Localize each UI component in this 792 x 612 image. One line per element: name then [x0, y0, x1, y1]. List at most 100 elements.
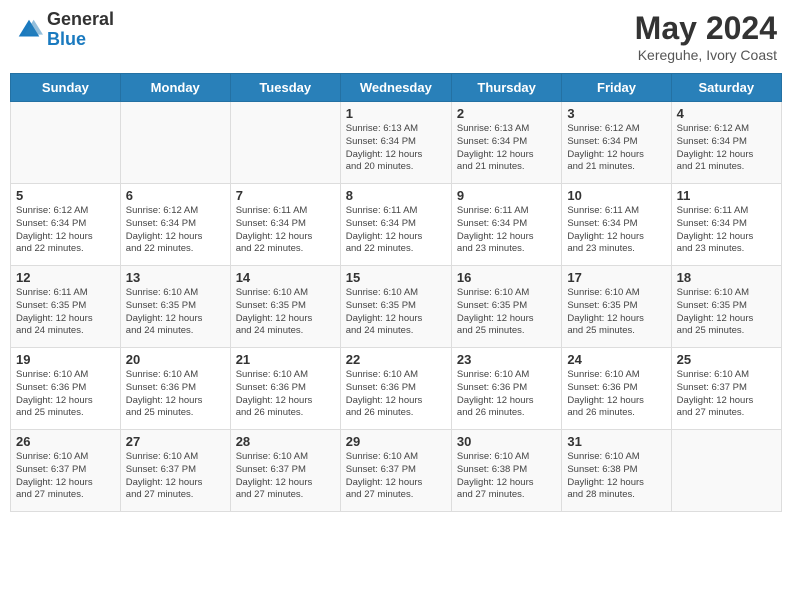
calendar-cell: 10 Sunrise: 6:11 AM Sunset: 6:34 PM Dayli… [562, 184, 671, 266]
day-number: 3 [567, 106, 665, 121]
calendar-cell [671, 430, 781, 512]
day-number: 15 [346, 270, 446, 285]
calendar-cell: 19 Sunrise: 6:10 AM Sunset: 6:36 PM Dayli… [11, 348, 121, 430]
calendar-cell: 29Sunrise: 6:10 AM Sunset: 6:37 PM Dayli… [340, 430, 451, 512]
day-info: Sunrise: 6:13 AM Sunset: 6:34 PM Dayligh… [346, 123, 446, 174]
day-info: Sunrise: 6:10 AM Sunset: 6:35 PM Dayligh… [677, 287, 776, 338]
month-title: May 2024 [635, 10, 777, 47]
column-header-thursday: Thursday [451, 74, 561, 102]
day-info: Sunrise: 6:11 AM Sunset: 6:34 PM Dayligh… [457, 205, 556, 256]
day-info: Sunrise: 6:11 AM Sunset: 6:34 PM Dayligh… [346, 205, 446, 256]
calendar-cell: 20 Sunrise: 6:10 AM Sunset: 6:36 PM Dayli… [120, 348, 230, 430]
day-number: 10 [567, 188, 665, 203]
calendar-header-row: SundayMondayTuesdayWednesdayThursdayFrid… [11, 74, 782, 102]
calendar-cell: 18 Sunrise: 6:10 AM Sunset: 6:35 PM Dayli… [671, 266, 781, 348]
day-number: 26 [16, 434, 115, 449]
day-number: 28 [236, 434, 335, 449]
calendar-cell: 22 Sunrise: 6:10 AM Sunset: 6:36 PM Dayli… [340, 348, 451, 430]
day-info: Sunrise: 6:10 AM Sunset: 6:35 PM Dayligh… [346, 287, 446, 338]
day-number: 19 [16, 352, 115, 367]
day-info: Sunrise: 6:10 AM Sunset: 6:37 PM Dayligh… [126, 451, 225, 502]
day-number: 16 [457, 270, 556, 285]
day-info: Sunrise: 6:13 AM Sunset: 6:34 PM Dayligh… [457, 123, 556, 174]
calendar-cell: 21 Sunrise: 6:10 AM Sunset: 6:36 PM Dayli… [230, 348, 340, 430]
day-info: Sunrise: 6:12 AM Sunset: 6:34 PM Dayligh… [677, 123, 776, 174]
day-info: Sunrise: 6:11 AM Sunset: 6:34 PM Dayligh… [236, 205, 335, 256]
page-header: General Blue May 2024 Kereguhe, Ivory Co… [10, 10, 782, 63]
calendar-cell: 8 Sunrise: 6:11 AM Sunset: 6:34 PM Daylig… [340, 184, 451, 266]
day-info: Sunrise: 6:10 AM Sunset: 6:36 PM Dayligh… [346, 369, 446, 420]
calendar-cell: 30 Sunrise: 6:10 AM Sunset: 6:38 PM Dayli… [451, 430, 561, 512]
calendar-cell: 27 Sunrise: 6:10 AM Sunset: 6:37 PM Dayli… [120, 430, 230, 512]
column-header-saturday: Saturday [671, 74, 781, 102]
calendar-cell: 31 Sunrise: 6:10 AM Sunset: 6:38 PM Dayli… [562, 430, 671, 512]
day-info: Sunrise: 6:10 AM Sunset: 6:38 PM Dayligh… [567, 451, 665, 502]
calendar-cell: 17Sunrise: 6:10 AM Sunset: 6:35 PM Dayli… [562, 266, 671, 348]
location: Kereguhe, Ivory Coast [635, 47, 777, 63]
day-number: 22 [346, 352, 446, 367]
day-number: 4 [677, 106, 776, 121]
day-info: Sunrise: 6:10 AM Sunset: 6:38 PM Dayligh… [457, 451, 556, 502]
calendar-cell: 24Sunrise: 6:10 AM Sunset: 6:36 PM Dayli… [562, 348, 671, 430]
logo: General Blue [15, 10, 114, 50]
day-info: Sunrise: 6:10 AM Sunset: 6:36 PM Dayligh… [126, 369, 225, 420]
calendar-cell [11, 102, 121, 184]
day-number: 2 [457, 106, 556, 121]
day-number: 14 [236, 270, 335, 285]
day-info: Sunrise: 6:10 AM Sunset: 6:35 PM Dayligh… [236, 287, 335, 338]
column-header-monday: Monday [120, 74, 230, 102]
day-info: Sunrise: 6:10 AM Sunset: 6:36 PM Dayligh… [16, 369, 115, 420]
day-number: 11 [677, 188, 776, 203]
day-info: Sunrise: 6:10 AM Sunset: 6:35 PM Dayligh… [457, 287, 556, 338]
calendar-cell: 1 Sunrise: 6:13 AM Sunset: 6:34 PM Daylig… [340, 102, 451, 184]
calendar-cell [230, 102, 340, 184]
calendar-cell: 14 Sunrise: 6:10 AM Sunset: 6:35 PM Dayli… [230, 266, 340, 348]
calendar-cell: 4 Sunrise: 6:12 AM Sunset: 6:34 PM Daylig… [671, 102, 781, 184]
day-info: Sunrise: 6:10 AM Sunset: 6:36 PM Dayligh… [567, 369, 665, 420]
day-number: 31 [567, 434, 665, 449]
calendar-week-row: 26 Sunrise: 6:10 AM Sunset: 6:37 PM Dayli… [11, 430, 782, 512]
day-number: 1 [346, 106, 446, 121]
calendar-cell: 5Sunrise: 6:12 AM Sunset: 6:34 PM Daylig… [11, 184, 121, 266]
day-info: Sunrise: 6:12 AM Sunset: 6:34 PM Dayligh… [16, 205, 115, 256]
day-number: 8 [346, 188, 446, 203]
day-number: 6 [126, 188, 225, 203]
logo-text: General Blue [47, 10, 114, 50]
day-number: 29 [346, 434, 446, 449]
day-number: 13 [126, 270, 225, 285]
day-number: 18 [677, 270, 776, 285]
day-info: Sunrise: 6:10 AM Sunset: 6:36 PM Dayligh… [236, 369, 335, 420]
calendar-cell: 28 Sunrise: 6:10 AM Sunset: 6:37 PM Dayli… [230, 430, 340, 512]
calendar-table: SundayMondayTuesdayWednesdayThursdayFrid… [10, 73, 782, 512]
calendar-cell: 12Sunrise: 6:11 AM Sunset: 6:35 PM Dayli… [11, 266, 121, 348]
day-number: 20 [126, 352, 225, 367]
calendar-cell [120, 102, 230, 184]
calendar-cell: 7 Sunrise: 6:11 AM Sunset: 6:34 PM Daylig… [230, 184, 340, 266]
day-info: Sunrise: 6:10 AM Sunset: 6:37 PM Dayligh… [236, 451, 335, 502]
day-number: 21 [236, 352, 335, 367]
calendar-cell: 2 Sunrise: 6:13 AM Sunset: 6:34 PM Daylig… [451, 102, 561, 184]
title-block: May 2024 Kereguhe, Ivory Coast [635, 10, 777, 63]
calendar-cell: 23Sunrise: 6:10 AM Sunset: 6:36 PM Dayli… [451, 348, 561, 430]
calendar-cell: 3 Sunrise: 6:12 AM Sunset: 6:34 PM Daylig… [562, 102, 671, 184]
calendar-cell: 9Sunrise: 6:11 AM Sunset: 6:34 PM Daylig… [451, 184, 561, 266]
calendar-cell: 11 Sunrise: 6:11 AM Sunset: 6:34 PM Dayli… [671, 184, 781, 266]
calendar-week-row: 19 Sunrise: 6:10 AM Sunset: 6:36 PM Dayli… [11, 348, 782, 430]
day-info: Sunrise: 6:11 AM Sunset: 6:35 PM Dayligh… [16, 287, 115, 338]
logo-icon [15, 16, 43, 44]
calendar-cell: 15 Sunrise: 6:10 AM Sunset: 6:35 PM Dayli… [340, 266, 451, 348]
calendar-week-row: 1 Sunrise: 6:13 AM Sunset: 6:34 PM Daylig… [11, 102, 782, 184]
column-header-friday: Friday [562, 74, 671, 102]
day-info: Sunrise: 6:10 AM Sunset: 6:35 PM Dayligh… [126, 287, 225, 338]
day-info: Sunrise: 6:11 AM Sunset: 6:34 PM Dayligh… [677, 205, 776, 256]
day-number: 27 [126, 434, 225, 449]
calendar-cell: 6Sunrise: 6:12 AM Sunset: 6:34 PM Daylig… [120, 184, 230, 266]
calendar-cell: 13 Sunrise: 6:10 AM Sunset: 6:35 PM Dayli… [120, 266, 230, 348]
day-info: Sunrise: 6:12 AM Sunset: 6:34 PM Dayligh… [567, 123, 665, 174]
day-number: 7 [236, 188, 335, 203]
day-info: Sunrise: 6:10 AM Sunset: 6:37 PM Dayligh… [677, 369, 776, 420]
day-number: 30 [457, 434, 556, 449]
calendar-cell: 26Sunrise: 6:10 AM Sunset: 6:37 PM Dayli… [11, 430, 121, 512]
logo-general: General [47, 9, 114, 29]
day-info: Sunrise: 6:11 AM Sunset: 6:34 PM Dayligh… [567, 205, 665, 256]
